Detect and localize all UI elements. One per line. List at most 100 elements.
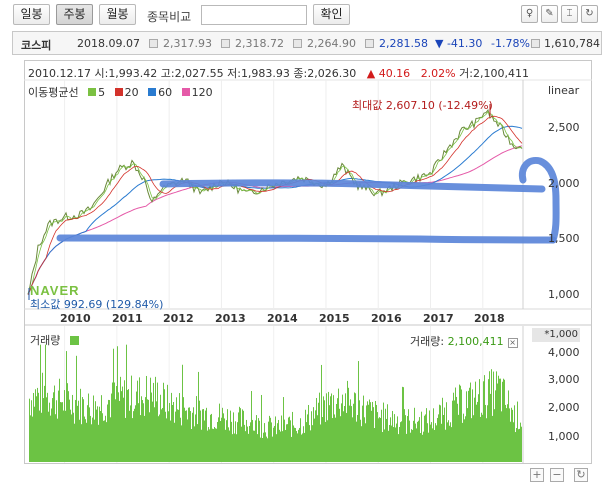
- price-line: [27, 109, 523, 295]
- zoom-in-button[interactable]: +: [530, 468, 544, 482]
- volume-bar: [135, 405, 136, 462]
- zoom-out-button[interactable]: −: [550, 468, 564, 482]
- volume-bar: [136, 391, 137, 462]
- volume-bar: [33, 392, 34, 462]
- x-tick-label: 2016: [371, 312, 402, 325]
- volume-bar: [134, 408, 135, 462]
- volume-bar: [398, 434, 399, 462]
- legend-ma5[interactable]: 5: [88, 86, 105, 99]
- volume-bar: [306, 422, 307, 462]
- volume-bar: [394, 414, 395, 462]
- volume-bar: [32, 416, 33, 462]
- volume-bar: [44, 385, 45, 462]
- volume-bar: [496, 371, 497, 462]
- volume-bar: [141, 396, 142, 462]
- volume-bar: [31, 400, 32, 462]
- volume-bar: [66, 351, 67, 462]
- volume-bar: [401, 421, 402, 462]
- volume-unit: *1,000: [532, 328, 580, 342]
- volume-bar: [121, 391, 122, 462]
- x-tick-label: 2012: [163, 312, 194, 325]
- volume-bar: [501, 411, 502, 462]
- volume-bar: [219, 403, 220, 462]
- volume-bar: [247, 426, 248, 462]
- ma5-swatch: [88, 88, 97, 96]
- volume-bar: [252, 419, 253, 462]
- volume-bar: [190, 411, 191, 462]
- reset-icon[interactable]: ↻: [574, 468, 588, 482]
- volume-bar: [494, 409, 495, 462]
- legend-ma60[interactable]: 60: [148, 86, 172, 99]
- scale-mode[interactable]: linear: [548, 84, 579, 97]
- volume-bar: [432, 428, 433, 462]
- volume-bar: [38, 392, 39, 462]
- volume-bar: [153, 382, 154, 462]
- volume-bar: [36, 396, 37, 462]
- volume-bar: [286, 424, 287, 462]
- volume-bar: [127, 390, 128, 462]
- volume-bar: [157, 382, 158, 462]
- volume-bar: [185, 410, 186, 462]
- volume-bar: [57, 418, 58, 462]
- volume-bar: [444, 407, 445, 462]
- volume-title-text: 거래량: [30, 334, 61, 347]
- volume-bar: [448, 420, 449, 462]
- volume-bar: [255, 420, 256, 462]
- volume-bar: [319, 392, 320, 462]
- volume-bar: [457, 403, 458, 462]
- volume-bar: [395, 427, 396, 462]
- volume-bar: [359, 400, 360, 462]
- volume-bar: [515, 432, 516, 462]
- volume-bar: [216, 428, 217, 462]
- volume-bar: [176, 397, 177, 462]
- volume-bar: [260, 437, 261, 462]
- volume-bar: [195, 414, 196, 462]
- volume-bar: [340, 416, 341, 462]
- volume-bar: [80, 388, 81, 462]
- volume-bar: [320, 424, 321, 462]
- volume-bar: [391, 425, 392, 462]
- volume-bar: [183, 397, 184, 462]
- volume-bar: [273, 427, 274, 462]
- volume-bar: [207, 430, 208, 462]
- volume-bar: [70, 409, 71, 462]
- volume-bar: [222, 407, 223, 462]
- volume-bar: [313, 407, 314, 462]
- volume-bar: [137, 380, 138, 462]
- legend-ma20[interactable]: 20: [114, 86, 139, 99]
- volume-bar: [484, 375, 485, 462]
- volume-bar: [332, 418, 333, 462]
- volume-bar: [246, 419, 247, 462]
- volume-bar: [225, 429, 226, 462]
- volume-bar: [442, 397, 443, 462]
- volume-bar: [224, 418, 225, 462]
- volume-bar: [318, 402, 319, 462]
- volume-bar: [159, 414, 160, 462]
- volume-bar: [506, 408, 507, 462]
- moving-average-legend: 이동평균선 5 20 60 120: [28, 84, 213, 100]
- volume-bar: [262, 437, 263, 462]
- drawn-lower-line: [56, 234, 557, 244]
- volume-bar: [467, 408, 468, 462]
- volume-bar: [300, 418, 301, 462]
- volume-bar: [459, 384, 460, 462]
- volume-bar: [90, 415, 91, 462]
- volume-bar: [236, 434, 237, 462]
- volume-bar: [288, 417, 289, 462]
- volume-bar: [238, 412, 239, 462]
- volume-bar: [170, 420, 171, 462]
- legend-ma120[interactable]: 120: [181, 86, 213, 99]
- volume-bar: [71, 414, 72, 462]
- volume-bar: [429, 410, 430, 462]
- volume-bar: [468, 390, 469, 462]
- volume-bar: [271, 422, 272, 462]
- volume-bar: [311, 411, 312, 462]
- volume-bar: [63, 410, 64, 462]
- volume-bar: [309, 425, 310, 462]
- volume-bar: [430, 424, 431, 462]
- volume-bar: [87, 405, 88, 462]
- volume-bar: [436, 425, 437, 462]
- close-icon[interactable]: ×: [507, 338, 518, 348]
- volume-bar: [163, 382, 164, 462]
- volume-bar: [100, 410, 101, 462]
